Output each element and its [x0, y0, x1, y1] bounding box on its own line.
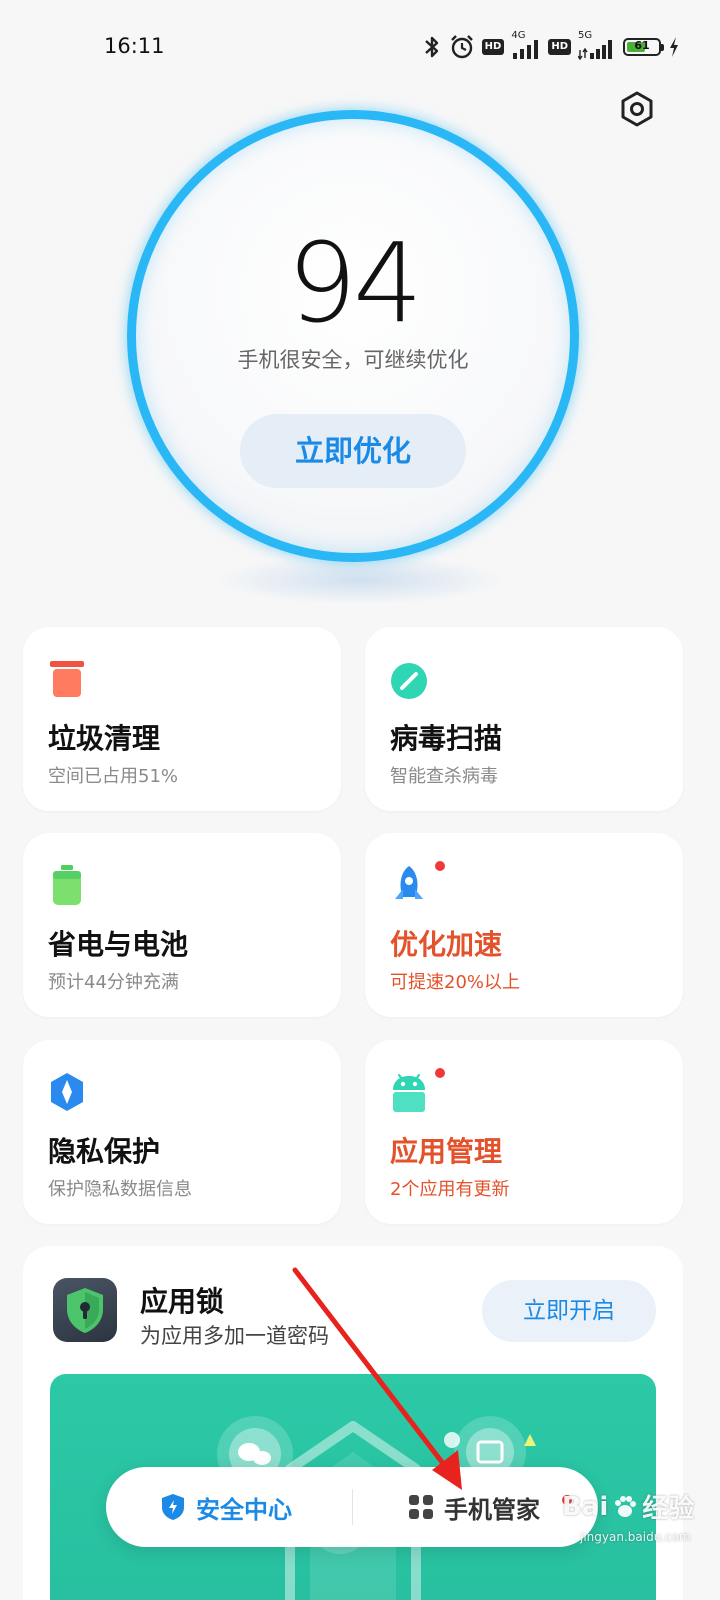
watermark-brand: Bai	[562, 1491, 609, 1522]
battery-cap	[661, 44, 664, 51]
card-subtitle: 空间已占用51%	[48, 766, 179, 787]
card-title: 垃圾清理	[48, 722, 161, 755]
nav-label: 手机管家	[444, 1495, 540, 1524]
network-type-label: 5G	[578, 30, 593, 41]
nav-item-phone-manager[interactable]: 手机管家	[408, 1467, 540, 1547]
score-shadow	[215, 555, 505, 605]
status-bar: 16:11 HD 4G HD 5G 61	[0, 0, 720, 96]
charging-icon	[670, 37, 678, 57]
nav-item-security-center[interactable]: 安全中心	[160, 1467, 292, 1547]
status-time: 16:11	[104, 34, 165, 58]
android-icon	[393, 1073, 425, 1112]
card-title: 隐私保护	[48, 1135, 161, 1168]
card-subtitle: 2个应用有更新	[390, 1179, 510, 1200]
security-status-text: 手机很安全，可继续优化	[237, 348, 469, 372]
hd-icon: HD	[481, 39, 505, 55]
bottom-navigation: 安全中心 手机管家	[106, 1467, 598, 1547]
scan-icon	[391, 663, 427, 699]
signal-icon	[578, 40, 612, 60]
enable-app-lock-button[interactable]: 立即开启	[482, 1280, 656, 1342]
hd-icon: HD	[548, 39, 571, 55]
app-lock-title: 应用锁	[140, 1285, 225, 1318]
card-subtitle: 预计44分钟充满	[48, 972, 179, 993]
bluetooth-icon	[424, 36, 438, 58]
watermark-suffix: 经验	[642, 1494, 695, 1524]
notification-dot	[435, 861, 445, 871]
network-type-label: 4G	[511, 30, 526, 41]
card-subtitle: 保护隐私数据信息	[48, 1179, 192, 1200]
signal-icon	[513, 40, 539, 59]
card-junk-cleanup[interactable]: 垃圾清理 空间已占用51%	[23, 627, 341, 811]
paw-icon	[615, 1495, 637, 1517]
privacy-icon	[51, 1073, 83, 1111]
battery-level: 61	[634, 39, 650, 52]
trash-icon	[50, 661, 84, 697]
signal-group-2: 5G	[578, 30, 616, 60]
alarm-icon	[450, 35, 473, 59]
shield-bolt-icon	[162, 1494, 184, 1520]
security-score: 94	[287, 219, 423, 347]
grid-icon	[409, 1495, 433, 1519]
optimize-now-button[interactable]: 立即优化	[240, 414, 466, 488]
card-virus-scan[interactable]: 病毒扫描 智能查杀病毒	[365, 627, 683, 811]
security-center-screen: 16:11 HD 4G HD 5G 61 94 手机很安全，可继续优化 立即优化…	[0, 0, 720, 1600]
nav-label: 安全中心	[196, 1495, 292, 1524]
nav-divider	[352, 1489, 353, 1525]
baidu-watermark: Bai 经验	[562, 1488, 694, 1525]
card-privacy-protection[interactable]: 隐私保护 保护隐私数据信息	[23, 1040, 341, 1224]
card-subtitle: 可提速20%以上	[390, 972, 521, 993]
status-icons: HD 4G HD 5G 61	[422, 30, 680, 64]
watermark-url: jingyan.baidu.com	[580, 1530, 691, 1544]
settings-button[interactable]	[618, 90, 656, 128]
app-lock-subtitle: 为应用多加一道密码	[140, 1324, 329, 1348]
signal-group-1: 4G	[511, 30, 541, 60]
card-app-management[interactable]: 应用管理 2个应用有更新	[365, 1040, 683, 1224]
card-subtitle: 智能查杀病毒	[390, 766, 498, 787]
rocket-icon	[395, 866, 423, 899]
lock-shield-icon	[67, 1288, 103, 1333]
notification-dot	[435, 1068, 445, 1078]
card-title: 优化加速	[390, 928, 503, 961]
battery-icon: 61	[623, 38, 664, 56]
app-lock-icon	[53, 1278, 117, 1342]
card-battery-saver[interactable]: 省电与电池 预计44分钟充满	[23, 833, 341, 1017]
card-title: 病毒扫描	[390, 722, 503, 755]
card-title: 应用管理	[390, 1135, 503, 1168]
card-speed-up[interactable]: 优化加速 可提速20%以上	[365, 833, 683, 1017]
battery-icon	[53, 865, 81, 905]
card-title: 省电与电池	[48, 928, 189, 961]
